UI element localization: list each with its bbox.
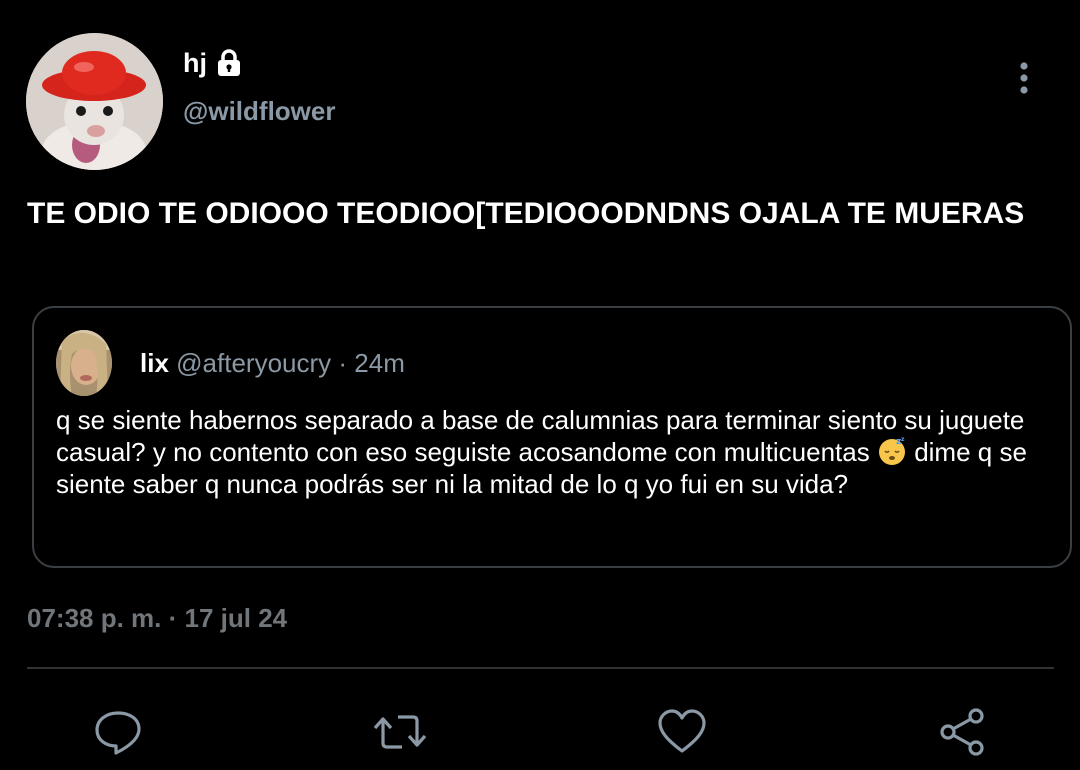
quoted-author-avatar[interactable]: [56, 330, 112, 396]
author-display-name[interactable]: hj: [183, 46, 207, 80]
share-button[interactable]: [936, 707, 988, 757]
avatar-image: [26, 33, 163, 170]
tweet-timestamp[interactable]: 07:38 p. m. · 17 jul 24: [27, 601, 287, 635]
author-avatar[interactable]: [26, 33, 163, 170]
retweet-icon: [373, 715, 427, 749]
divider: [27, 667, 1054, 669]
quoted-avatar-image: [56, 330, 112, 396]
quoted-tweet-card[interactable]: lix @afteryoucry · 24m q se siente haber…: [32, 306, 1072, 568]
sleeping-face-emoji: zz: [877, 436, 907, 466]
quoted-handle[interactable]: @afteryoucry: [176, 348, 331, 378]
quoted-tweet-text: q se siente habernos separado a base de …: [56, 404, 1046, 500]
svg-text:z: z: [901, 436, 905, 443]
tweet-text: TE ODIO TE ODIOOO TEODIOO[TEDIOOODNDNS O…: [27, 197, 1025, 230]
reply-button[interactable]: [92, 707, 144, 757]
like-button[interactable]: [656, 707, 708, 757]
retweet-button[interactable]: [372, 707, 427, 757]
quoted-tweet-header: lix @afteryoucry · 24m: [140, 346, 405, 380]
author-handle[interactable]: @wildflower: [183, 95, 335, 127]
more-vertical-icon[interactable]: [1008, 58, 1040, 98]
heart-icon: [658, 709, 706, 753]
reply-icon: [95, 711, 141, 755]
quoted-time-ago[interactable]: 24m: [354, 348, 405, 378]
lock-icon: [215, 48, 243, 78]
quoted-display-name[interactable]: lix: [140, 348, 169, 378]
author-name-row: hj: [183, 46, 243, 80]
share-icon: [940, 708, 984, 756]
quoted-separator: ·: [338, 348, 348, 378]
